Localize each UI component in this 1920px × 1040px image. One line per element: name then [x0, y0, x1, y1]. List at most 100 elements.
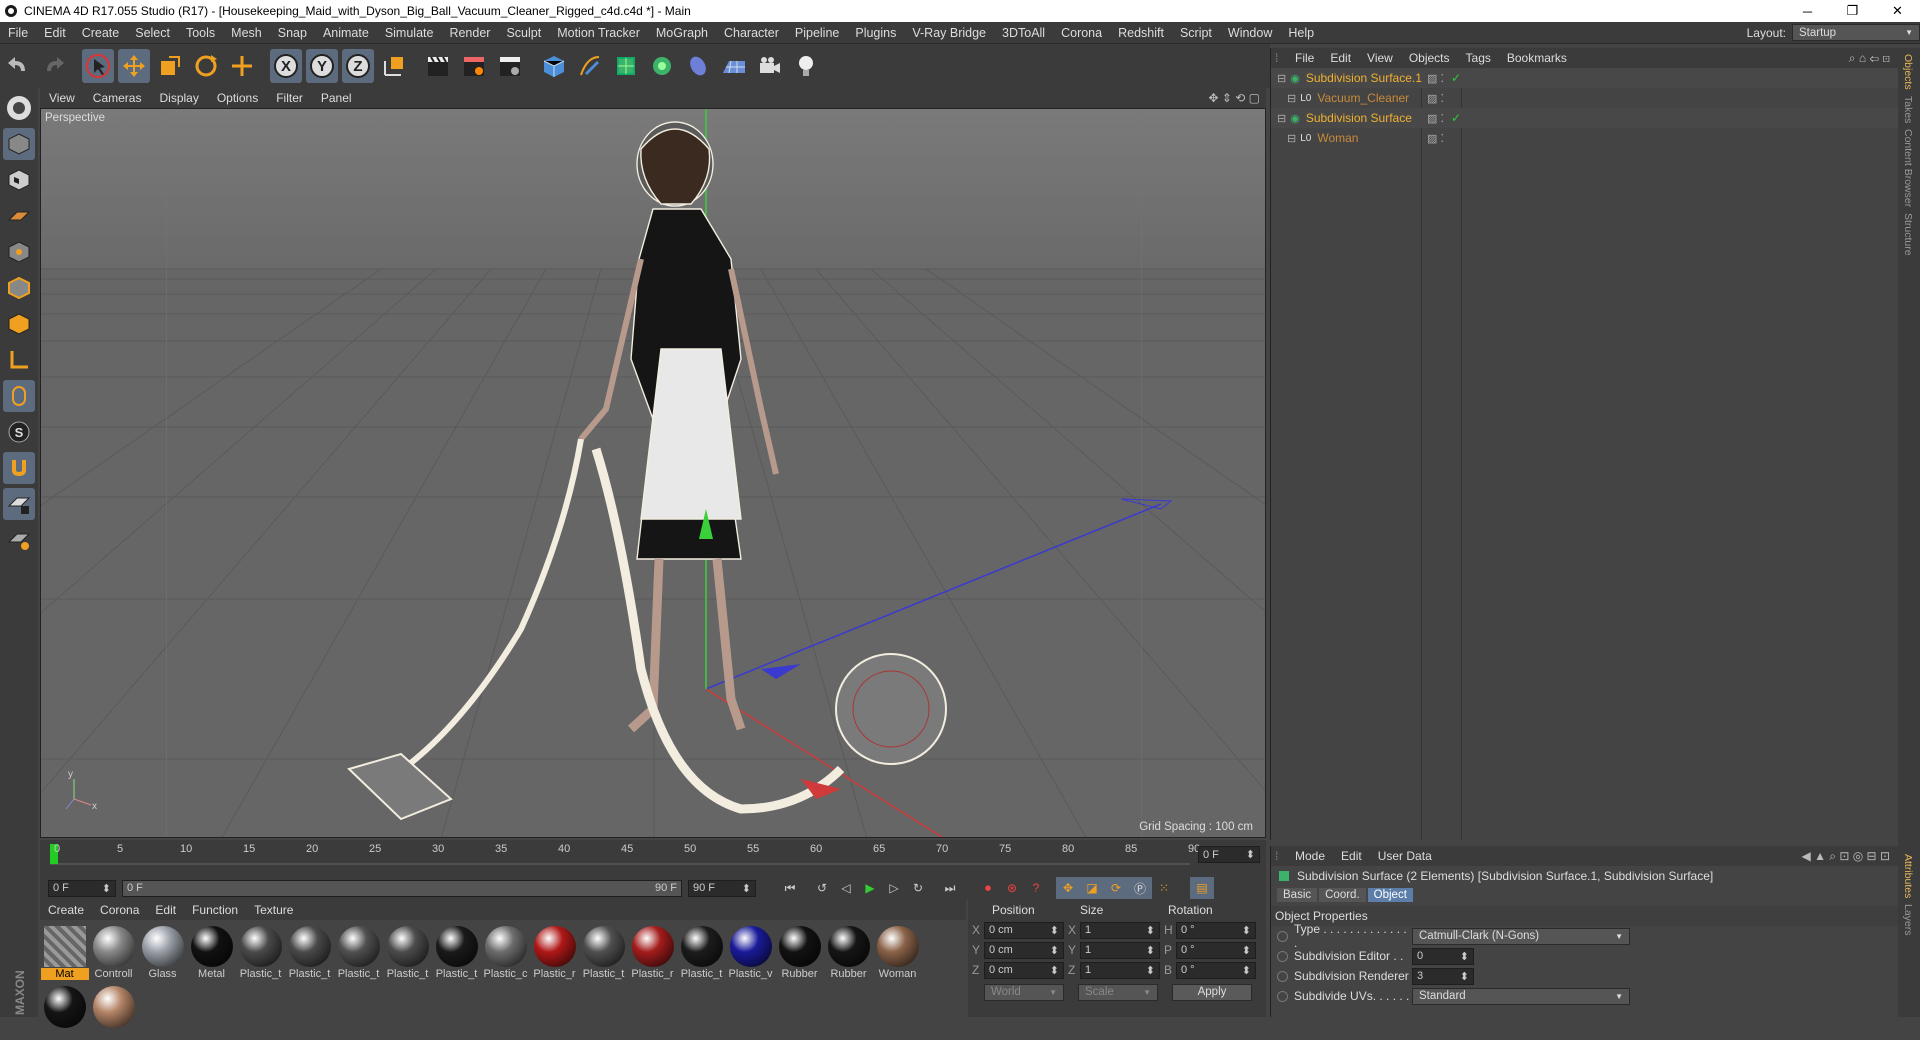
cloner-button[interactable] [646, 49, 678, 83]
size-field[interactable]: 1 ⬍ [1080, 941, 1160, 959]
menu-edit[interactable]: Edit [36, 26, 74, 40]
key-position-button[interactable]: ✥ [1056, 877, 1080, 899]
material-swatch[interactable]: Plastic_t [285, 920, 334, 980]
apply-button[interactable]: Apply [1172, 983, 1252, 1001]
tab-basic[interactable]: Basic [1277, 888, 1318, 902]
material-swatch[interactable]: Glass [138, 920, 187, 980]
autokey-button[interactable]: ⊛ [1000, 877, 1024, 899]
material-menu-texture[interactable]: Texture [246, 903, 301, 917]
visibility-toggle-icon[interactable]: ▨ ⁚ [1427, 112, 1444, 125]
attr-menu-mode[interactable]: Mode [1287, 849, 1333, 863]
rotation-field[interactable]: 0 ° ⬍ [1176, 941, 1256, 959]
planar-workplane-button[interactable] [3, 524, 35, 556]
viewport-menu-panel[interactable]: Panel [312, 91, 361, 105]
animate-toggle-icon[interactable] [1277, 930, 1288, 942]
scale-tool-button[interactable] [154, 49, 186, 83]
z-axis-button[interactable]: Z [342, 49, 374, 83]
menu-simulate[interactable]: Simulate [377, 26, 442, 40]
rotate-tool-button[interactable] [190, 49, 222, 83]
menu-file[interactable]: File [0, 26, 36, 40]
material-swatch[interactable]: Plastic_t [334, 920, 383, 980]
move-tool-button[interactable] [118, 49, 150, 83]
material-menu-edit[interactable]: Edit [147, 903, 184, 917]
menu-corona[interactable]: Corona [1053, 26, 1110, 40]
menu-mograph[interactable]: MoGraph [648, 26, 716, 40]
expand-toggle-icon[interactable]: ⊟ [1287, 92, 1296, 105]
timeline-window-button[interactable]: ▤ [1190, 877, 1214, 899]
viewport-nav-icons[interactable]: ✥ ⇕ ⟲ ▢ [1208, 91, 1260, 105]
expand-toggle-icon[interactable]: ⊟ [1277, 112, 1286, 125]
position-field[interactable]: 0 cm ⬍ [984, 941, 1064, 959]
texture-mode-button[interactable] [3, 164, 35, 196]
menu-tools[interactable]: Tools [178, 26, 223, 40]
menu-mesh[interactable]: Mesh [223, 26, 270, 40]
material-swatch[interactable]: Plastic_t [383, 920, 432, 980]
material-swatch[interactable]: Rubber [775, 920, 824, 980]
side-tab-takes[interactable]: Takes [1902, 96, 1914, 123]
deformer-button[interactable] [682, 49, 714, 83]
enable-check-icon[interactable]: ✓ [1451, 111, 1461, 125]
material-menu-function[interactable]: Function [184, 903, 246, 917]
goto-start-button[interactable]: ⏮ [778, 877, 802, 899]
menu-render[interactable]: Render [441, 26, 498, 40]
viewport-menu-options[interactable]: Options [208, 91, 267, 105]
property-dropdown[interactable]: Standard ▼ [1412, 987, 1630, 1005]
key-pla-button[interactable]: ⁙ [1152, 877, 1176, 899]
coordinate-mode-dropdown[interactable]: World ▼ [984, 983, 1064, 1001]
record-button[interactable]: ⏺ [976, 877, 1000, 899]
visibility-toggle-icon[interactable]: ▨ ⁚ [1427, 132, 1444, 145]
perspective-viewport[interactable]: y x Perspective Grid Spacing : 100 cm [40, 108, 1266, 838]
material-swatch[interactable]: Woman [873, 920, 922, 980]
size-field[interactable]: 1 ⬍ [1080, 921, 1160, 939]
tweak-mode-button[interactable] [3, 380, 35, 412]
axis-mode-button[interactable] [3, 344, 35, 376]
y-axis-button[interactable]: Y [306, 49, 338, 83]
timeline-ruler[interactable]: 0 5 10 15 20 25 30 35 40 45 50 55 60 65 70 75 80 85 90 0 F… [40, 840, 1266, 876]
material-swatch[interactable]: Plastic_t [579, 920, 628, 980]
rotation-field[interactable]: 0 ° ⬍ [1176, 921, 1256, 939]
position-field[interactable]: 0 cm ⬍ [984, 961, 1064, 979]
layout-dropdown[interactable]: Startup ▼ [1792, 24, 1920, 41]
size-mode-dropdown[interactable]: Scale ▼ [1078, 983, 1158, 1001]
objects-menu-objects[interactable]: Objects [1401, 51, 1458, 65]
material-swatch[interactable]: Metal [187, 920, 236, 980]
camera-button[interactable] [754, 49, 786, 83]
subdivision-surface-button[interactable] [610, 49, 642, 83]
menu-window[interactable]: Window [1220, 26, 1280, 40]
menu-character[interactable]: Character [716, 26, 787, 40]
viewport-menu-filter[interactable]: Filter [267, 91, 312, 105]
enable-check-icon[interactable]: ✓ [1451, 71, 1461, 85]
floor-button[interactable] [718, 49, 750, 83]
side-tab-content-browser[interactable]: Content Browser [1902, 129, 1914, 207]
animate-toggle-icon[interactable] [1277, 990, 1288, 1002]
objects-menu-edit[interactable]: Edit [1322, 51, 1359, 65]
play-button[interactable]: ▶ [858, 877, 882, 899]
side-tab-objects[interactable]: Objects [1902, 54, 1914, 90]
transform-tool-button[interactable] [226, 49, 258, 83]
material-menu-create[interactable]: Create [40, 903, 92, 917]
edges-mode-button[interactable] [3, 272, 35, 304]
key-scale-button[interactable]: ◪ [1080, 877, 1104, 899]
menu-create[interactable]: Create [74, 26, 128, 40]
attr-menu-user-data[interactable]: User Data [1370, 849, 1440, 863]
side-tab-attributes[interactable]: Attributes [1902, 854, 1914, 898]
objects-menu-tags[interactable]: Tags [1458, 51, 1499, 65]
menu-pipeline[interactable]: Pipeline [787, 26, 847, 40]
tab-coord[interactable]: Coord. [1319, 888, 1366, 902]
menu-sculpt[interactable]: Sculpt [498, 26, 549, 40]
object-row[interactable]: ⊟ ◉ Subdivision Surface.1 ▨ ⁚ ✓ [1271, 68, 1898, 88]
property-number-field[interactable]: 3 ⬍ [1412, 967, 1474, 985]
prev-frame-button[interactable]: ◁ [834, 877, 858, 899]
render-view-button[interactable] [422, 49, 454, 83]
position-field[interactable]: 0 cm ⬍ [984, 921, 1064, 939]
material-swatch[interactable]: Plastic_v [726, 920, 775, 980]
end-frame-field[interactable]: 90 F ⬍ [688, 879, 756, 897]
size-field[interactable]: 1 ⬍ [1080, 961, 1160, 979]
material-swatch[interactable]: Plastic_t [432, 920, 481, 980]
frame-range-slider[interactable]: 0 F 90 F [122, 879, 682, 897]
menu-vray-bridge[interactable]: V-Ray Bridge [904, 26, 994, 40]
x-axis-button[interactable]: X [270, 49, 302, 83]
live-selection-button[interactable] [82, 49, 114, 83]
cube-button[interactable] [538, 49, 570, 83]
render-settings-button[interactable] [494, 49, 526, 83]
